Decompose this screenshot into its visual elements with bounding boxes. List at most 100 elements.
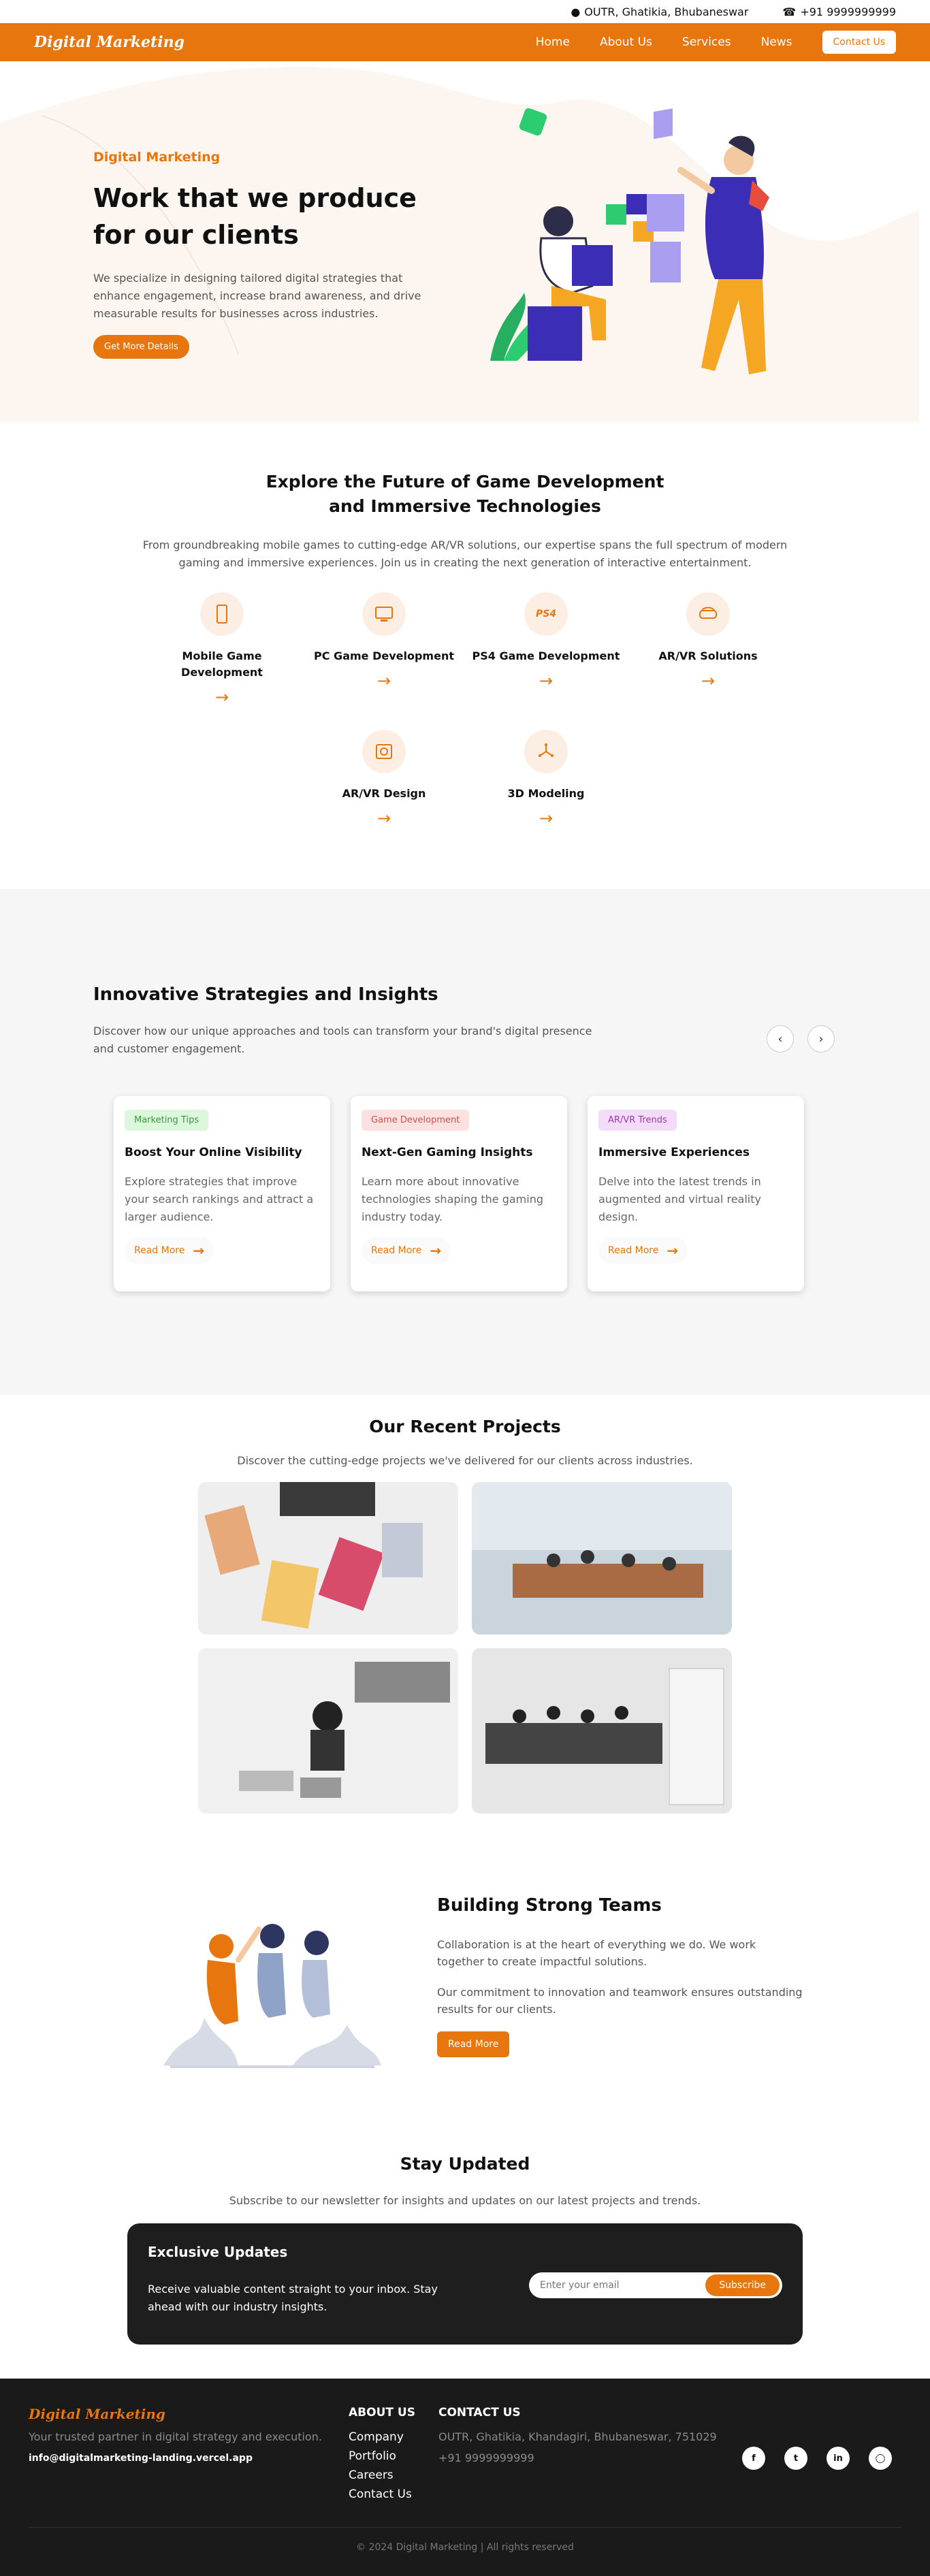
footer-link-portfolio[interactable]: Portfolio bbox=[349, 2449, 438, 2463]
arrow-right-icon[interactable]: → bbox=[377, 671, 391, 690]
service-card-mobile[interactable]: Mobile Game Development → bbox=[141, 592, 303, 707]
service-card-arvr-solutions[interactable]: AR/VR Solutions → bbox=[627, 592, 789, 707]
vr-headset-icon bbox=[686, 592, 730, 636]
insight-card: Marketing Tips Boost Your Online Visibil… bbox=[114, 1096, 330, 1291]
phone-item[interactable]: ☎ +91 9999999999 bbox=[782, 5, 896, 18]
teams-read-more-button[interactable]: Read More bbox=[437, 2031, 510, 2057]
services-section: Explore the Future of Game Development a… bbox=[0, 422, 930, 889]
footer-contact-title: CONTACT US bbox=[438, 2406, 521, 2419]
footer-address: OUTR, Ghatikia, Khandagiri, Bhubaneswar,… bbox=[438, 2430, 717, 2443]
footer: Digital Marketing Your trusted partner i… bbox=[0, 2379, 930, 2576]
ps4-icon: PS4 bbox=[524, 592, 568, 636]
subscribe-form: Subscribe bbox=[529, 2272, 782, 2298]
services-description: From groundbreaking mobile games to cutt… bbox=[142, 538, 788, 569]
card-tag: Game Development bbox=[362, 1110, 470, 1131]
get-details-button[interactable]: Get More Details bbox=[93, 335, 189, 359]
navbar: Digital Marketing Home About Us Services… bbox=[0, 23, 930, 61]
newsletter-box-text: Receive valuable content straight to you… bbox=[148, 2283, 438, 2313]
design-icon bbox=[362, 730, 406, 773]
card-title: Next-Gen Gaming Insights bbox=[362, 1146, 533, 1159]
card-tag: Marketing Tips bbox=[125, 1110, 209, 1131]
project-image[interactable] bbox=[472, 1648, 732, 1814]
instagram-icon[interactable]: ◯ bbox=[869, 2447, 892, 2470]
service-card-ps4[interactable]: PS4 PS4 Game Development → bbox=[465, 592, 627, 707]
brand-logo[interactable]: Digital Marketing bbox=[34, 33, 185, 51]
cube-icon bbox=[524, 730, 568, 773]
insights-section: Innovative Strategies and Insights Disco… bbox=[0, 889, 930, 1395]
card-text: Learn more about innovative technologies… bbox=[362, 1175, 543, 1223]
read-more-button[interactable]: Read More → bbox=[362, 1237, 451, 1264]
service-card-3d-modeling[interactable]: 3D Modeling → bbox=[465, 730, 627, 828]
nav-news[interactable]: News bbox=[761, 35, 792, 49]
insight-card: AR/VR Trends Immersive Experiences Delve… bbox=[588, 1096, 804, 1291]
topbar: ● OUTR, Ghatikia, Bhubaneswar ☎ +91 999999… bbox=[0, 0, 930, 23]
read-more-label: Read More bbox=[134, 1245, 185, 1256]
read-more-label: Read More bbox=[608, 1245, 659, 1256]
address-text: OUTR, Ghatikia, Bhubaneswar bbox=[584, 5, 749, 18]
service-label: AR/VR Design bbox=[342, 787, 426, 800]
footer-phone[interactable]: +91 9999999999 bbox=[438, 2451, 731, 2464]
pc-icon bbox=[362, 592, 406, 636]
card-text: Delve into the latest trends in augmente… bbox=[598, 1175, 761, 1223]
chevron-left-icon[interactable]: ‹ bbox=[767, 1025, 794, 1052]
footer-link-careers[interactable]: Careers bbox=[349, 2468, 438, 2482]
newsletter-section: Stay Updated Subscribe to our newsletter… bbox=[0, 2140, 930, 2379]
projects-gallery bbox=[0, 1482, 930, 1814]
insights-description: Discover how our unique approaches and t… bbox=[93, 1025, 592, 1055]
service-label: PS4 Game Development bbox=[472, 649, 620, 662]
social-links: f t in ◯ bbox=[742, 2447, 892, 2470]
footer-tagline: Your trusted partner in digital strategy… bbox=[29, 2430, 322, 2443]
arrow-right-icon[interactable]: → bbox=[215, 688, 229, 707]
chevron-right-icon[interactable]: › bbox=[807, 1025, 835, 1052]
hero-title: Work that we produce for our clients bbox=[93, 183, 417, 250]
email-input[interactable] bbox=[540, 2280, 706, 2291]
subscribe-button[interactable]: Subscribe bbox=[705, 2274, 780, 2296]
nav-home[interactable]: Home bbox=[536, 35, 570, 49]
twitter-icon[interactable]: t bbox=[784, 2447, 807, 2470]
card-title: Boost Your Online Visibility bbox=[125, 1146, 302, 1159]
service-label: Mobile Game Development bbox=[181, 649, 263, 679]
arrow-right-icon: → bbox=[193, 1242, 205, 1259]
project-image[interactable] bbox=[472, 1482, 732, 1635]
teams-title: Building Strong Teams bbox=[437, 1895, 662, 1916]
hero-illustration bbox=[490, 108, 769, 374]
nav-links: Home About Us Services News Contact Us bbox=[536, 31, 896, 54]
nav-about[interactable]: About Us bbox=[600, 35, 652, 49]
arrow-right-icon[interactable]: → bbox=[377, 809, 391, 828]
teams-section: Building Strong Teams Collaboration is a… bbox=[0, 1854, 930, 2140]
footer-link-contact[interactable]: Contact Us bbox=[349, 2488, 438, 2501]
contact-button[interactable]: Contact Us bbox=[822, 31, 896, 54]
project-image[interactable] bbox=[198, 1482, 458, 1635]
arrow-right-icon[interactable]: → bbox=[539, 671, 553, 690]
phone-text: +91 9999999999 bbox=[800, 5, 896, 18]
read-more-button[interactable]: Read More → bbox=[125, 1237, 214, 1264]
newsletter-box-title: Exclusive Updates bbox=[148, 2244, 288, 2260]
footer-email[interactable]: info@digitalmarketing-landing.vercel.app bbox=[29, 2453, 349, 2464]
arrow-right-icon[interactable]: → bbox=[539, 809, 553, 828]
read-more-button[interactable]: Read More → bbox=[598, 1237, 688, 1264]
hero-section: Digital Marketing Work that we produce f… bbox=[0, 61, 930, 422]
footer-logo[interactable]: Digital Marketing bbox=[29, 2406, 349, 2422]
insight-card: Game Development Next-Gen Gaming Insight… bbox=[351, 1096, 567, 1291]
footer-link-company[interactable]: Company bbox=[349, 2430, 438, 2444]
arrow-right-icon[interactable]: → bbox=[701, 671, 715, 690]
newsletter-box: Exclusive Updates Receive valuable conte… bbox=[127, 2223, 803, 2345]
service-card-arvr-design[interactable]: AR/VR Design → bbox=[303, 730, 465, 828]
projects-section: Our Recent Projects Discover the cutting… bbox=[0, 1395, 930, 1854]
service-card-pc[interactable]: PC Game Development → bbox=[303, 592, 465, 707]
facebook-icon[interactable]: f bbox=[742, 2447, 765, 2470]
teams-paragraph-1: Collaboration is at the heart of everyth… bbox=[437, 1938, 756, 1968]
project-image[interactable] bbox=[198, 1648, 458, 1814]
copyright: © 2024 Digital Marketing | All rights re… bbox=[356, 2542, 574, 2553]
arrow-right-icon: → bbox=[667, 1242, 679, 1259]
linkedin-icon[interactable]: in bbox=[827, 2447, 850, 2470]
read-more-label: Read More bbox=[371, 1245, 422, 1256]
nav-services[interactable]: Services bbox=[682, 35, 731, 49]
service-label: 3D Modeling bbox=[507, 787, 585, 800]
address-item: ● OUTR, Ghatikia, Bhubaneswar bbox=[571, 5, 748, 18]
card-tag: AR/VR Trends bbox=[598, 1110, 677, 1131]
hero-eyebrow: Digital Marketing bbox=[93, 150, 221, 165]
services-grid: Mobile Game Development → PC Game Develo… bbox=[93, 592, 837, 828]
newsletter-title: Stay Updated bbox=[400, 2154, 530, 2174]
insight-cards: Marketing Tips Boost Your Online Visibil… bbox=[93, 1096, 837, 1291]
